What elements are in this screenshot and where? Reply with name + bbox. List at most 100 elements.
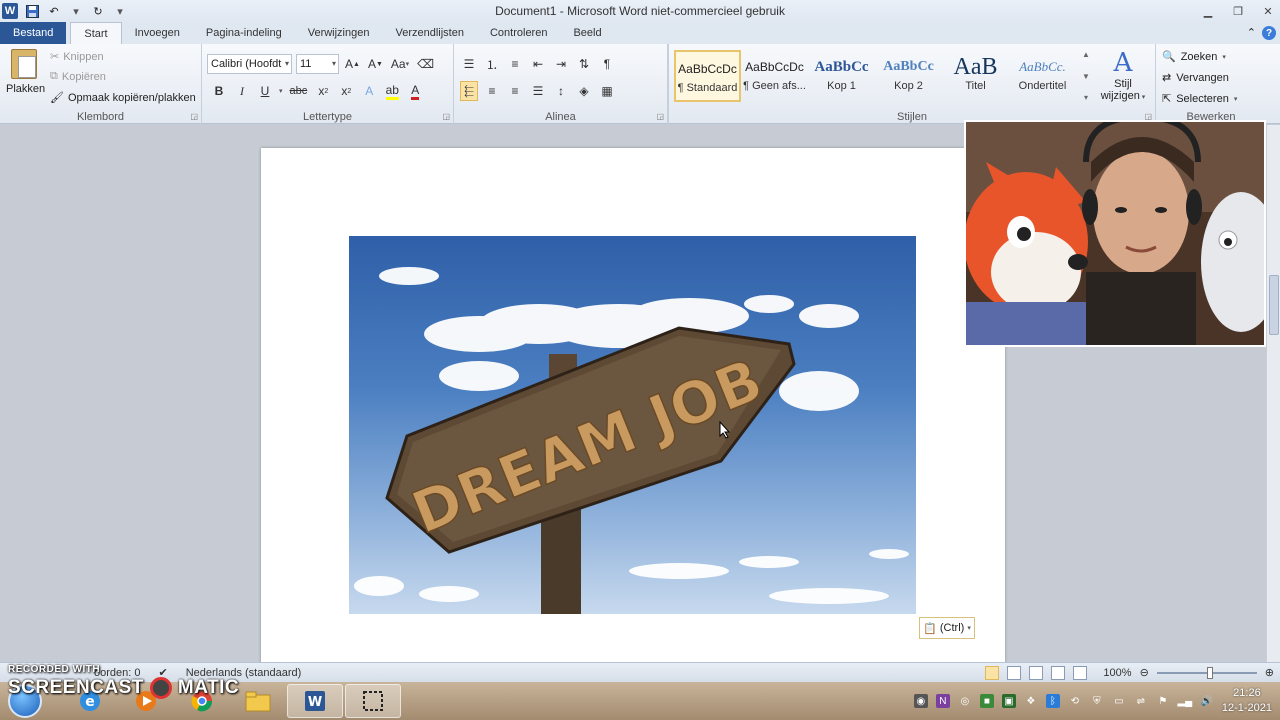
draft-view-icon[interactable] (1073, 665, 1088, 680)
strikethrough-button[interactable]: abc (288, 81, 310, 101)
paintbrush-icon: 🖌 (50, 92, 64, 104)
shading-icon[interactable]: ◈ (575, 81, 593, 101)
cut-button[interactable]: ✂ Knippen (50, 50, 104, 64)
scrollbar-thumb[interactable] (1269, 275, 1279, 335)
zoom-in-icon[interactable]: ⊕ (1265, 666, 1274, 679)
sort-icon[interactable]: ⇅ (575, 54, 593, 74)
paste-label: Plakken (6, 83, 46, 95)
copy-button[interactable]: ⧉ Kopiëren (50, 70, 106, 83)
minimize-button[interactable]: ▁ (1200, 5, 1216, 18)
undo-dropdown-icon[interactable]: ▾ (68, 3, 84, 19)
underline-button[interactable]: U (256, 81, 274, 101)
bullets-icon[interactable]: ☰ (460, 54, 478, 74)
clipboard-launcher-icon[interactable]: ◲ (190, 112, 198, 121)
tray-record-icon[interactable]: ◉ (913, 694, 928, 708)
tab-view[interactable]: Beeld (560, 22, 614, 44)
align-left-icon[interactable]: ⬱ (460, 81, 478, 101)
clear-formatting-icon[interactable]: ⌫ (415, 54, 436, 74)
align-right-icon[interactable]: ≡ (506, 81, 524, 101)
line-spacing-icon[interactable]: ↕ (552, 81, 570, 101)
redo-icon[interactable]: ↻ (90, 3, 106, 19)
font-name-select[interactable]: Calibri (Hoofdt ▾ (207, 54, 292, 74)
zoom-slider-knob[interactable] (1206, 666, 1213, 679)
text-effects-icon[interactable]: A (360, 81, 378, 101)
zoom-level[interactable]: 100% (1103, 667, 1131, 679)
tray-sync-icon[interactable]: ⟲ (1068, 694, 1082, 708)
signal-bars-icon[interactable]: ▂▄ (1177, 694, 1192, 708)
tab-start[interactable]: Start (70, 22, 122, 44)
borders-icon[interactable]: ▦ (598, 81, 616, 101)
taskbar-word-icon[interactable]: W (287, 684, 343, 718)
font-color-icon[interactable]: A (406, 81, 424, 101)
clock[interactable]: 21:26 12-1-2021 (1222, 686, 1272, 716)
font-row-2: B I U ▾ abc x2 x2 A ab A (210, 81, 424, 101)
tab-mailings[interactable]: Verzendlijsten (382, 22, 477, 44)
web-layout-view-icon[interactable] (1029, 665, 1044, 680)
increase-indent-icon[interactable]: ⇥ (552, 54, 570, 74)
show-formatting-button[interactable]: ¶ (598, 54, 616, 74)
highlight-color-icon[interactable]: ab (383, 81, 401, 101)
print-layout-view-icon[interactable] (985, 665, 1000, 680)
ribbon-tabs: Bestand Start Invoegen Pagina-indeling V… (0, 22, 1280, 44)
volume-icon[interactable]: 🔊 (1200, 694, 1214, 708)
paste-options-button[interactable]: 📋 (Ctrl) ▾ (919, 617, 975, 639)
taskbar-snipping-icon[interactable] (345, 684, 401, 718)
align-center-icon[interactable]: ≡ (483, 81, 501, 101)
dream-job-picture[interactable]: DREAM JOB (349, 236, 916, 614)
save-icon[interactable] (24, 3, 40, 19)
multilevel-list-icon[interactable]: ≡ (506, 54, 524, 74)
system-tray: ◉ N ◎ ■ ▣ ❖ ᛒ ⟲ ⛨ ▭ ⇌ ⚑ ▂▄ 🔊 21:26 12-1-… (913, 682, 1272, 720)
subscript-button[interactable]: x2 (314, 81, 332, 101)
superscript-button[interactable]: x2 (337, 81, 355, 101)
customize-qat-icon[interactable]: ▾ (112, 3, 128, 19)
tab-references[interactable]: Verwijzingen (295, 22, 383, 44)
group-clipboard: Plakken ✂ Knippen ⧉ Kopiëren 🖌 Opmaak ko… (0, 44, 202, 124)
copy-icon: ⧉ (50, 70, 58, 82)
undo-icon[interactable]: ↶ (46, 3, 62, 19)
onenote-icon[interactable]: N (935, 694, 950, 708)
security-icon[interactable]: ⛨ (1090, 694, 1104, 708)
restore-button[interactable]: ❐ (1230, 5, 1246, 18)
underline-dropdown-icon[interactable]: ▾ (279, 87, 283, 95)
italic-button[interactable]: I (233, 81, 251, 101)
decrease-indent-icon[interactable]: ⇤ (529, 54, 547, 74)
bluetooth-icon[interactable]: ᛒ (1045, 694, 1060, 708)
zoom-out-icon[interactable]: ⊖ (1140, 666, 1149, 679)
close-button[interactable]: ✕ (1260, 5, 1276, 18)
help-icon[interactable]: ? (1262, 26, 1276, 40)
tray-green-icon[interactable]: ■ (979, 694, 994, 708)
numbering-icon[interactable]: ⒈ (483, 54, 501, 74)
window-controls: ▁ ❐ ✕ (1200, 0, 1276, 22)
full-screen-view-icon[interactable] (1007, 665, 1022, 680)
tray-monitor-icon[interactable]: ▭ (1112, 694, 1126, 708)
paragraph-launcher-icon[interactable]: ◲ (656, 112, 664, 121)
font-launcher-icon[interactable]: ◲ (442, 112, 450, 121)
font-size-select[interactable]: 11 ▾ (296, 54, 339, 74)
justify-icon[interactable]: ☰ (529, 81, 547, 101)
paste-button[interactable]: Plakken (6, 49, 46, 95)
outline-view-icon[interactable] (1051, 665, 1066, 680)
tab-page-layout[interactable]: Pagina-indeling (193, 22, 295, 44)
window-title: Document1 - Microsoft Word niet-commerci… (495, 4, 785, 18)
nvidia-icon[interactable]: ▣ (1001, 694, 1016, 708)
bold-button[interactable]: B (210, 81, 228, 101)
shrink-font-icon[interactable]: A ▼ (366, 54, 385, 74)
grow-font-icon[interactable]: A ▲ (343, 54, 362, 74)
format-painter-button[interactable]: 🖌 Opmaak kopiëren/plakken (50, 91, 196, 105)
change-case-button[interactable]: Aa ▾ (389, 54, 411, 74)
mouse-pointer-icon (719, 421, 731, 439)
tab-review[interactable]: Controleren (477, 22, 560, 44)
tray-network-icon[interactable]: ⇌ (1134, 694, 1148, 708)
document-page[interactable]: DREAM JOB 📋 (Ctrl) ▾ (261, 148, 1005, 668)
group-label-font: Lettertype (303, 111, 352, 123)
vertical-scrollbar[interactable] (1266, 125, 1280, 662)
dropbox-icon[interactable]: ❖ (1024, 694, 1038, 708)
tab-file[interactable]: Bestand (0, 22, 67, 44)
tab-insert[interactable]: Invoegen (122, 22, 193, 44)
word-app-icon[interactable]: W (2, 3, 18, 19)
minimize-ribbon-icon[interactable]: ⌃ (1247, 26, 1256, 40)
paste-options-label: (Ctrl) (939, 622, 965, 634)
zoom-slider[interactable] (1156, 666, 1257, 679)
action-center-flag-icon[interactable]: ⚑ (1156, 694, 1170, 708)
tray-swirl-icon[interactable]: ◎ (958, 694, 972, 708)
